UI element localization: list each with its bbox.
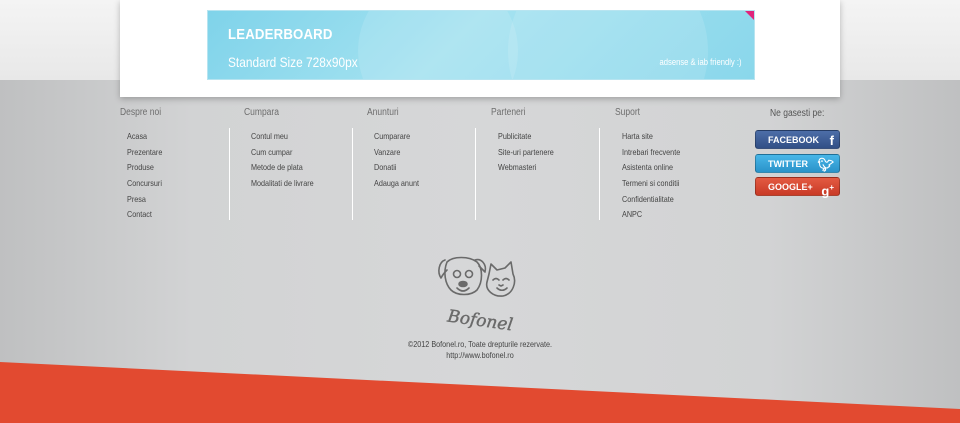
footer-link[interactable]: Prezentare — [127, 145, 162, 161]
twitter-bird-icon: 🐦︎ — [817, 157, 834, 172]
google-plus-icon: g+ — [821, 183, 834, 199]
column-heading: Anunturi — [367, 107, 399, 118]
column-divider — [352, 128, 353, 220]
footer-link[interactable]: Metode de plata — [251, 160, 314, 176]
column-divider — [599, 128, 600, 220]
footer-link[interactable]: Cum cumpar — [251, 145, 314, 161]
ad-decoration — [358, 11, 518, 79]
facebook-icon: f — [829, 133, 834, 148]
ad-corner-icon — [745, 11, 754, 20]
footer-link[interactable]: Contul meu — [251, 129, 314, 145]
google-plus-button[interactable]: GOOGLE+ g+ — [755, 177, 840, 198]
footer-link[interactable]: Site-uri partenere — [498, 145, 554, 161]
footer-link[interactable]: Adauga anunt — [374, 176, 419, 192]
ad-decoration — [508, 11, 708, 79]
bofonel-logo[interactable]: Bofonel — [433, 252, 527, 332]
footer-link[interactable]: Cumparare — [374, 129, 419, 145]
column-heading: Suport — [615, 107, 641, 118]
footer-column-cumpara: Cumpara Contul meu Cum cumpar Metode de … — [244, 107, 314, 188]
column-heading: Cumpara — [244, 107, 279, 118]
footer-link[interactable]: Termeni si conditii — [622, 176, 680, 192]
google-plus-label: GOOGLE+ — [768, 182, 813, 192]
footer-link[interactable]: Asistenta online — [622, 160, 680, 176]
footer-column-suport: Suport Harta site Intrebari frecvente As… — [615, 107, 680, 219]
footer-link[interactable]: Acasa — [127, 129, 162, 145]
facebook-label: FACEBOOK — [768, 135, 820, 145]
footer-link[interactable]: Webmasteri — [498, 160, 554, 176]
ad-size-text: Standard Size 728x90px — [228, 54, 358, 70]
column-heading: Despre noi — [120, 107, 162, 118]
facebook-button[interactable]: FACEBOOK f — [755, 130, 840, 149]
copyright-text: ©2012 Bofonel.ro, Toate drepturile rezer… — [407, 339, 553, 349]
column-heading: Parteneri — [491, 107, 526, 118]
footer-link[interactable]: Publicitate — [498, 129, 554, 145]
footer-link[interactable]: Harta site — [622, 129, 680, 145]
footer-column-parteneri: Parteneri Publicitate Site-uri partenere… — [491, 107, 554, 172]
column-divider — [475, 128, 476, 220]
footer-link[interactable]: Modalitati de livrare — [251, 176, 314, 192]
leaderboard-ad[interactable]: LEADERBOARD Standard Size 728x90px adsen… — [207, 10, 755, 80]
twitter-button[interactable]: TWITTER 🐦︎ — [755, 154, 840, 173]
footer-link[interactable]: Vanzare — [374, 145, 419, 161]
footer-column-despre-noi: Despre noi Acasa Prezentare Produse Conc… — [120, 107, 168, 219]
footer-link[interactable]: Concursuri — [127, 176, 162, 192]
logo-text: Bofonel — [445, 306, 514, 332]
ad-title: LEADERBOARD — [228, 26, 333, 43]
footer-link[interactable]: ANPC — [622, 207, 680, 223]
footer-link[interactable]: Intrebari frecvente — [622, 145, 680, 161]
footer-column-anunturi: Anunturi Cumparare Vanzare Donatii Adaug… — [367, 107, 419, 188]
column-divider — [229, 128, 230, 220]
site-url-link[interactable]: http://www.bofonel.ro — [72, 350, 888, 360]
footer-link[interactable]: Confidentialitate — [622, 192, 680, 208]
ad-note: adsense & iab friendly :) — [659, 57, 742, 67]
footer-link[interactable]: Produse — [127, 160, 162, 176]
footer-link[interactable]: Contact — [127, 207, 162, 223]
footer-link[interactable]: Presa — [127, 192, 162, 208]
twitter-label: TWITTER — [768, 159, 808, 169]
social-heading: Ne gasesti pe: — [770, 108, 825, 119]
footer-link[interactable]: Donatii — [374, 160, 419, 176]
